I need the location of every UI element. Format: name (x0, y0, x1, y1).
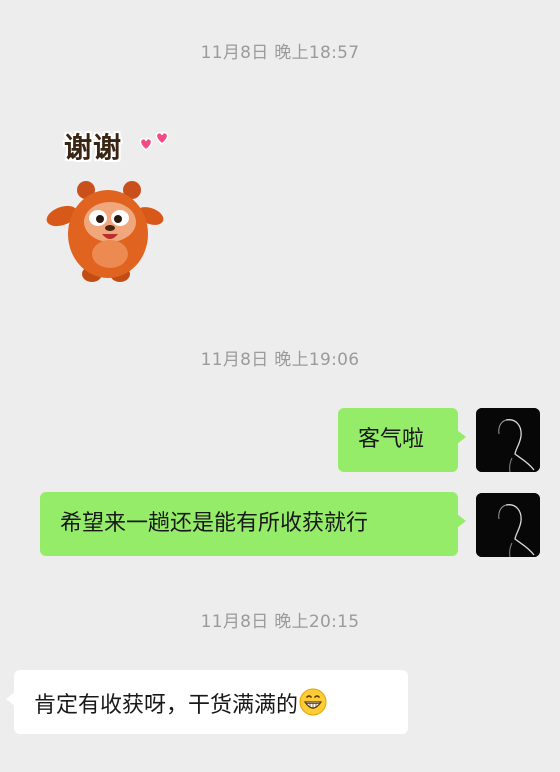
grinning-face-emoji-icon (299, 688, 327, 716)
outgoing-message-bubble[interactable]: 希望来一趟还是能有所收获就行 (40, 492, 466, 556)
my-avatar[interactable] (476, 408, 540, 472)
message-text: 希望来一趟还是能有所收获就行 (60, 511, 369, 536)
message-text: 肯定有收获呀，干货满满的 (34, 693, 299, 718)
sticker-caption: 谢谢 (64, 131, 123, 164)
message-text: 客气啦 (358, 427, 425, 452)
thank-you-bear-sticker[interactable]: 谢谢 (44, 118, 174, 288)
silhouette-avatar-icon (476, 493, 540, 557)
bear-cartoon-icon (46, 181, 164, 282)
my-avatar[interactable] (476, 493, 540, 557)
outgoing-message-bubble[interactable]: 客气啦 (338, 408, 466, 472)
silhouette-avatar-icon (476, 408, 540, 472)
chat-message-list[interactable]: 11月8日 晚上18:57 谢谢 11月8日 晚上19:06 客气啦 希望来一趟… (0, 0, 560, 772)
message-timestamp: 11月8日 晚上20:15 (200, 612, 360, 632)
incoming-message-bubble[interactable]: 肯定有收获呀，干货满满的 (6, 670, 408, 734)
message-timestamp: 11月8日 晚上19:06 (200, 350, 360, 370)
message-timestamp: 11月8日 晚上18:57 (200, 43, 360, 63)
hearts-icon (139, 131, 169, 151)
